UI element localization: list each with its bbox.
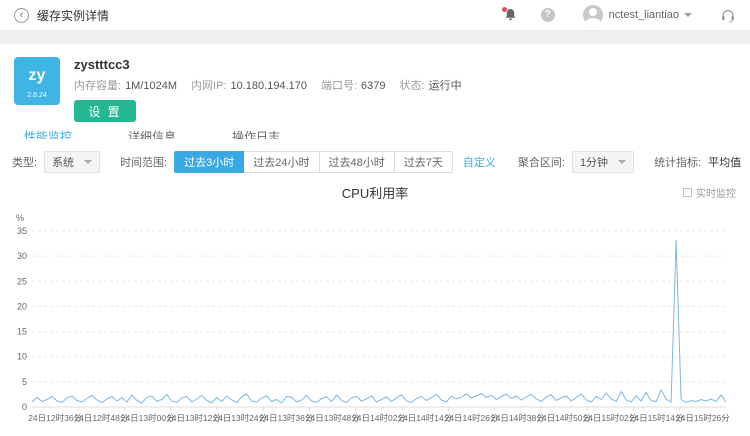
cpu-series-line <box>31 240 727 404</box>
statistic-label: 统计指标: <box>654 157 702 169</box>
statistic-value: 平均值 <box>708 157 742 169</box>
notifications-button[interactable] <box>501 7 517 22</box>
topbar-actions: ? nctest_liantiao <box>501 5 736 25</box>
field-label: 内存容量: <box>74 80 122 92</box>
chart-header: CPU利用率 实时监控 <box>0 183 750 207</box>
y-tick-label: 0 <box>22 402 27 412</box>
field-memory: 内存容量: 1M/1024M <box>74 77 177 93</box>
time-range-group: 过去3小时 过去24小时 过去48小时 过去7天 <box>174 151 453 173</box>
checkbox-icon[interactable] <box>683 188 692 197</box>
chevron-down-icon <box>618 160 627 164</box>
y-axis-unit-label: % <box>16 213 24 223</box>
y-tick-label: 20 <box>17 301 27 311</box>
y-tick-label: 10 <box>17 352 27 362</box>
instance-info: zystttcc3 内存容量: 1M/1024M 内网IP: 10.180.194.… <box>74 57 476 122</box>
custom-range-link[interactable]: 自定义 <box>463 154 496 170</box>
support-button[interactable] <box>720 8 736 23</box>
field-label: 状态: <box>399 80 425 92</box>
field-internal-ip: 内网IP: 10.180.194.170 <box>191 77 307 93</box>
chevron-down-icon <box>84 160 93 164</box>
time-range-label: 时间范围: <box>120 157 168 169</box>
realtime-monitoring-toggle[interactable]: 实时监控 <box>683 185 736 200</box>
y-tick-label: 5 <box>22 377 27 387</box>
field-value: 6379 <box>361 80 386 92</box>
filter-bar: 类型: 系统 时间范围: 过去3小时 过去24小时 过去48小时 过去7天 自定… <box>0 139 750 173</box>
y-tick-label: 35 <box>17 226 27 236</box>
instance-name: zystttcc3 <box>74 57 130 72</box>
help-icon[interactable]: ? <box>540 8 555 22</box>
field-status: 状态: 运行中 <box>400 77 462 93</box>
instance-fields: 内存容量: 1M/1024M 内网IP: 10.180.194.170 端口号: 63… <box>74 77 476 93</box>
range-3h-button[interactable]: 过去3小时 <box>174 151 245 173</box>
monitoring-panel: 类型: 系统 时间范围: 过去3小时 过去24小时 过去48小时 过去7天 自定… <box>0 139 750 436</box>
range-48h-button[interactable]: 过去48小时 <box>318 151 395 173</box>
y-tick-label: 15 <box>17 327 27 337</box>
y-tick-label: 30 <box>17 251 27 261</box>
range-24h-button[interactable]: 过去24小时 <box>243 151 320 173</box>
back-button[interactable]: ‹ 缓存实例详情 <box>14 7 109 24</box>
settings-button[interactable]: 设 置 <box>74 100 136 122</box>
field-label: 端口号: <box>320 80 358 92</box>
page-title: 缓存实例详情 <box>37 8 110 23</box>
range-7d-button[interactable]: 过去7天 <box>393 151 453 173</box>
instance-icon-text: zy <box>28 66 46 84</box>
cpu-utilization-chart: 05101520253035%24日12时36分24日12时48分24日13时0… <box>16 213 730 423</box>
type-select-value: 系统 <box>52 157 75 169</box>
realtime-label: 实时监控 <box>696 189 736 200</box>
status-badge: 运行中 <box>428 80 462 92</box>
user-menu[interactable]: nctest_liantiao <box>582 5 692 25</box>
instance-card: zy 2.8.24 zystttcc3 内存容量: 1M/1024M 内网IP: 1… <box>0 44 750 154</box>
chart-title: CPU利用率 <box>341 186 409 201</box>
field-value: 1M/1024M <box>125 80 178 92</box>
aggregation-select-value: 1分钟 <box>579 157 609 169</box>
back-arrow-icon: ‹ <box>14 7 29 23</box>
headset-icon <box>722 9 734 22</box>
instance-type-icon: zy 2.8.24 <box>14 57 60 105</box>
field-port: 端口号: 6379 <box>321 77 386 93</box>
instance-summary: zy 2.8.24 zystttcc3 内存容量: 1M/1024M 内网IP: 1… <box>0 44 750 126</box>
avatar <box>582 5 603 25</box>
username: nctest_liantiao <box>608 9 679 21</box>
type-select[interactable]: 系统 <box>44 151 101 173</box>
notification-badge <box>501 7 507 12</box>
y-tick-label: 25 <box>17 276 27 286</box>
chevron-down-icon <box>684 13 692 17</box>
x-tick-label: 24日15时26分 <box>676 413 730 423</box>
field-value: 10.180.194.170 <box>230 80 307 92</box>
type-label: 类型: <box>12 157 38 169</box>
instance-version: 2.8.24 <box>27 91 47 99</box>
field-label: 内网IP: <box>191 80 227 92</box>
aggregation-label: 聚合区间: <box>517 157 565 169</box>
aggregation-select[interactable]: 1分钟 <box>571 151 635 173</box>
top-bar: ‹ 缓存实例详情 ? nctest_liantiao <box>0 0 750 31</box>
